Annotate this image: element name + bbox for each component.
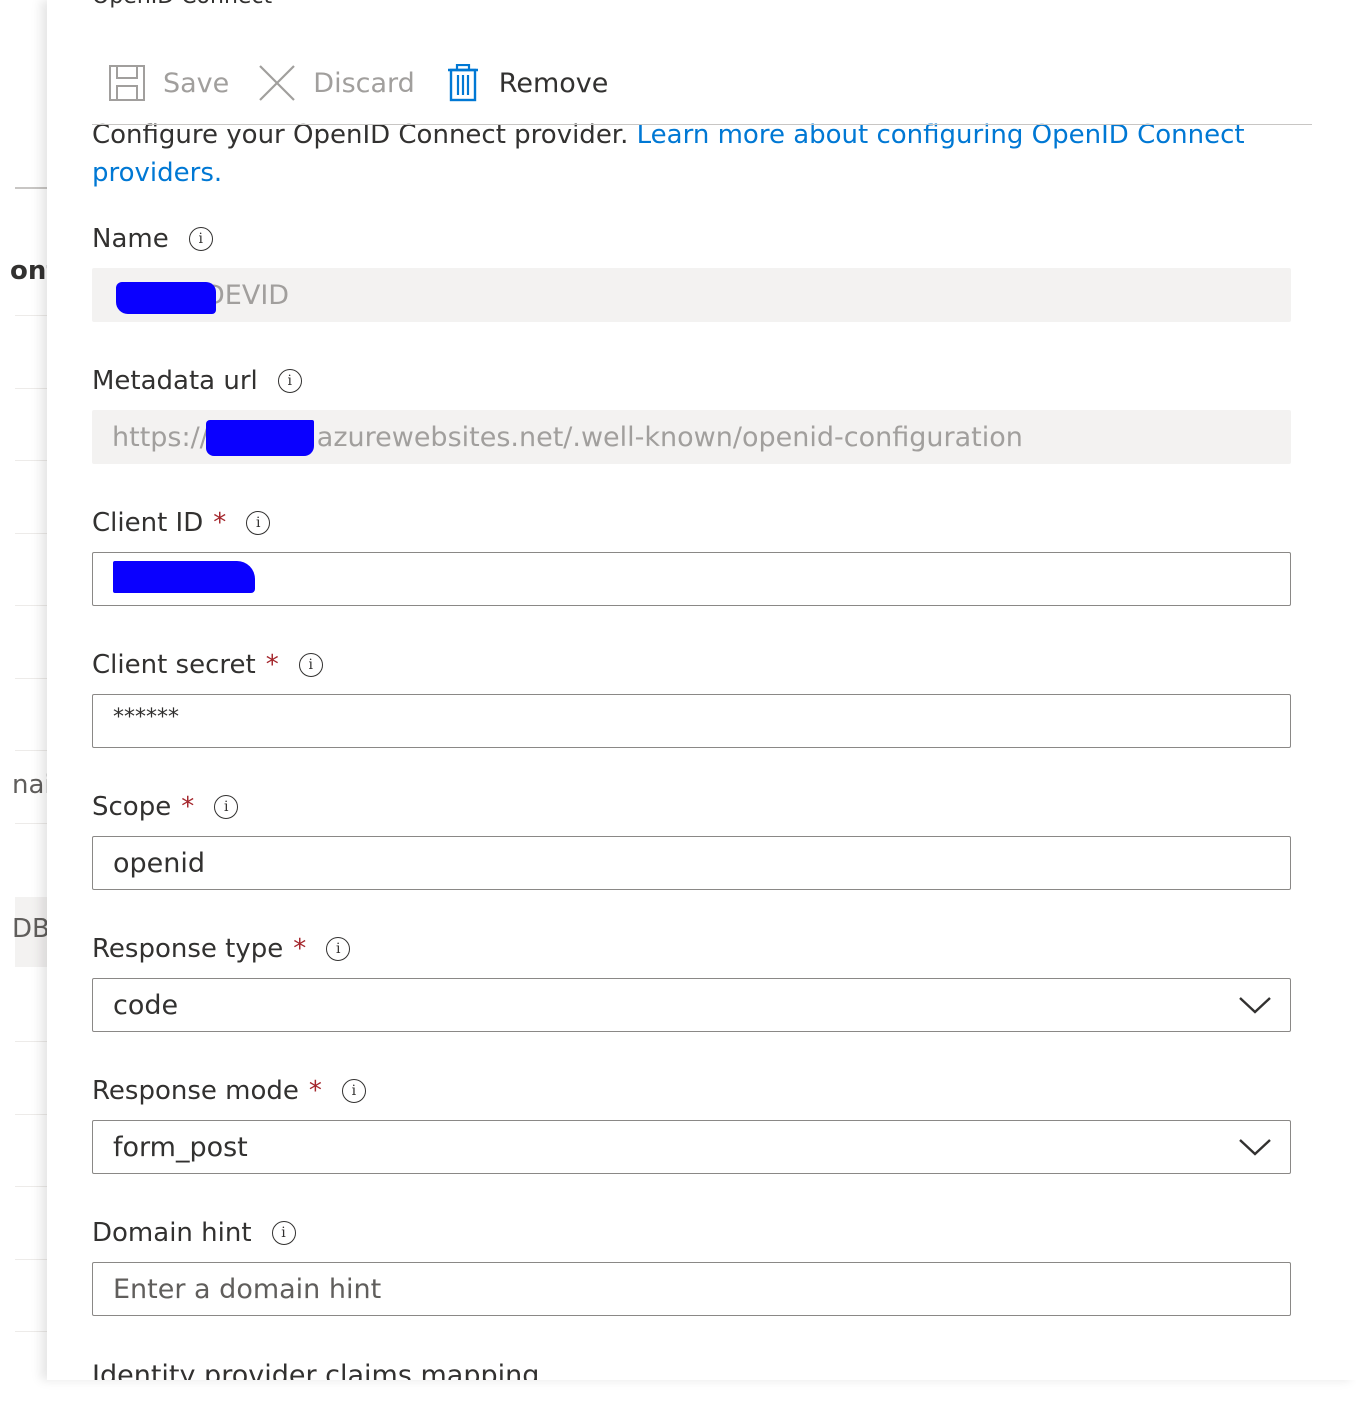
client-secret-input[interactable]: ****** [92,694,1291,748]
name-label-row: Name i [92,222,1291,256]
name-input: DEVID [92,268,1291,322]
required-indicator: * [308,1076,322,1106]
metadata-url-label-row: Metadata url i [92,364,1291,398]
info-icon[interactable]: i [277,369,302,393]
response-mode-field: Response mode * i form_post [92,1074,1291,1174]
bg-row-line [15,1041,47,1042]
response-type-field: Response type * i code [92,932,1291,1032]
response-mode-label: Response mode [92,1076,299,1106]
info-icon[interactable]: i [341,1079,366,1103]
save-label: Save [163,67,230,99]
client-secret-label-row: Client secret * i [92,648,1291,682]
redaction-mark [116,282,216,314]
response-type-label-row: Response type * i [92,932,1291,966]
domain-hint-input[interactable]: Enter a domain hint [92,1262,1291,1316]
background-page: onf nai DBI [0,0,47,1380]
info-icon[interactable]: i [246,511,271,535]
required-indicator: * [213,508,227,538]
name-label: Name [92,224,169,254]
scope-label-row: Scope * i [92,790,1291,824]
client-secret-label: Client secret [92,650,256,680]
scope-field: Scope * i openid [92,790,1291,890]
name-field: Name i DEVID [92,222,1291,322]
bg-label-domain: nai [12,770,47,800]
info-icon[interactable]: i [214,795,239,819]
metadata-url-label: Metadata url [92,366,258,396]
panel-title: OpenID Connect [92,0,272,9]
response-mode-dropdown[interactable]: form_post [92,1120,1291,1174]
metadata-url-prefix: https:// [112,421,209,453]
bg-row-line [15,1186,47,1187]
info-icon[interactable]: i [271,1221,296,1245]
info-icon[interactable]: i [298,653,323,677]
client-id-label-row: Client ID * i [92,506,1291,540]
info-icon[interactable]: i [188,227,213,251]
chevron-down-icon [1239,997,1271,1014]
redaction-mark [113,561,255,593]
client-id-field: Client ID * i [92,506,1291,606]
command-bar: Save Discard Remove [107,60,636,106]
required-indicator: * [265,650,279,680]
info-icon[interactable]: i [326,937,351,961]
bg-row-line [15,1114,47,1115]
remove-label: Remove [498,67,609,99]
toolbar-divider [92,124,1312,125]
bg-row-line [15,315,47,316]
bg-row-line [15,823,47,824]
redaction-mark [206,420,314,456]
metadata-url-suffix: azurewebsites.net/.well-known/openid-con… [316,421,1023,453]
discard-icon [257,63,297,103]
remove-button[interactable]: Remove [443,63,609,103]
openid-connect-panel: OpenID Connect Save Discard [47,0,1356,1380]
required-indicator: * [293,934,307,964]
required-indicator: * [181,792,195,822]
discard-label: Discard [313,67,415,99]
client-secret-field: Client secret * i ****** [92,648,1291,748]
bg-row-line [15,388,47,389]
domain-hint-placeholder: Enter a domain hint [113,1273,382,1305]
domain-hint-field: Domain hint i Enter a domain hint [92,1216,1291,1316]
bg-row-line [15,1331,47,1332]
client-id-label: Client ID [92,508,204,538]
bg-row-line [15,750,47,751]
scope-value: openid [113,847,206,879]
metadata-url-field: Metadata url i https:// azurewebsites.ne… [92,364,1291,464]
save-icon [107,63,147,103]
domain-hint-label: Domain hint [92,1218,252,1248]
response-mode-value: form_post [113,1131,248,1163]
response-mode-label-row: Response mode * i [92,1074,1291,1108]
client-id-input[interactable] [92,552,1291,606]
metadata-url-input: https:// azurewebsites.net/.well-known/o… [92,410,1291,464]
scope-input[interactable]: openid [92,836,1291,890]
client-secret-value: ****** [113,705,179,730]
response-type-value: code [113,989,179,1021]
bg-row-line [15,1259,47,1260]
intro-text: Configure your OpenID Connect provider. … [92,116,1282,192]
bg-row-line [15,460,47,461]
claims-mapping-heading: Identity provider claims mapping [92,1360,540,1380]
save-button[interactable]: Save [107,63,229,103]
discard-button[interactable]: Discard [257,63,415,103]
bg-row-line [15,678,47,679]
response-type-label: Response type [92,934,284,964]
trash-icon [443,63,483,103]
bg-row-line [15,605,47,606]
chevron-down-icon [1239,1139,1271,1156]
bg-row-line [15,533,47,534]
scope-label: Scope [92,792,172,822]
bg-label-db: DBI [12,914,47,944]
bg-label-config: onf [10,256,47,286]
bg-divider [15,187,47,189]
domain-hint-label-row: Domain hint i [92,1216,1291,1250]
response-type-dropdown[interactable]: code [92,978,1291,1032]
